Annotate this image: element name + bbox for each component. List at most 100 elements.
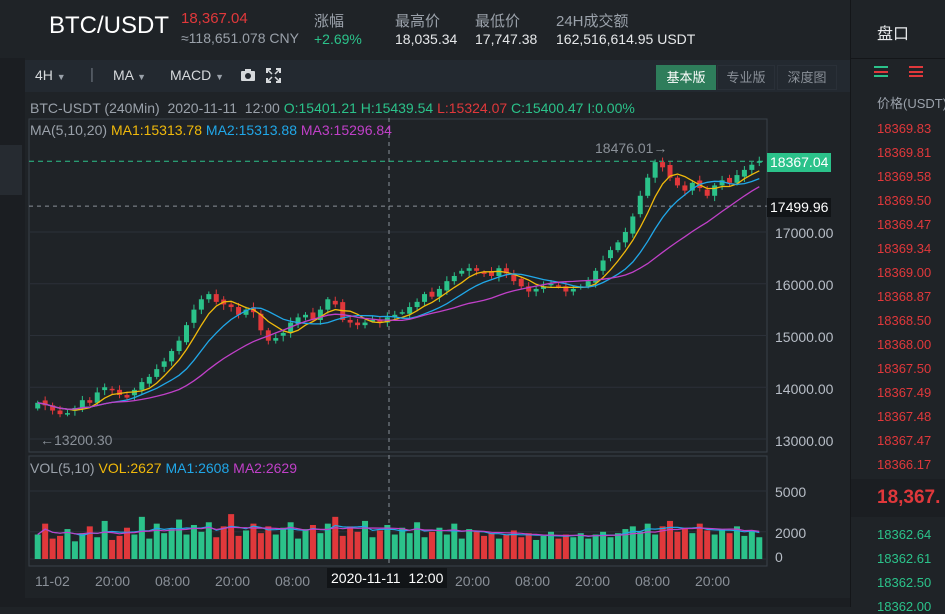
volume-bar[interactable] <box>384 525 391 559</box>
volume-bar[interactable] <box>503 534 510 559</box>
volume-bar[interactable] <box>719 529 726 559</box>
volume-bar[interactable] <box>406 533 413 559</box>
volume-bar[interactable] <box>228 514 235 559</box>
volume-bar[interactable] <box>354 531 361 559</box>
volume-bar[interactable] <box>674 531 681 559</box>
candlestick-chart[interactable] <box>28 118 770 453</box>
volume-bar[interactable] <box>555 538 562 559</box>
candle-body[interactable] <box>325 299 331 310</box>
volume-bar[interactable] <box>168 529 175 559</box>
candle-body[interactable] <box>198 299 204 310</box>
candle-body[interactable] <box>407 307 413 314</box>
ask-price[interactable]: 18367.48 <box>877 409 931 424</box>
volume-bar[interactable] <box>488 533 495 559</box>
candle-body[interactable] <box>139 382 145 390</box>
volume-bar[interactable] <box>49 538 56 559</box>
candle-body[interactable] <box>593 270 599 283</box>
volume-bar[interactable] <box>614 533 621 559</box>
ask-price[interactable]: 18369.34 <box>877 241 931 256</box>
ask-price[interactable]: 18369.00 <box>877 265 931 280</box>
volume-bar[interactable] <box>652 534 659 559</box>
ask-price[interactable]: 18369.47 <box>877 217 931 232</box>
candle-body[interactable] <box>228 304 234 308</box>
volume-bar[interactable] <box>317 533 324 559</box>
candle-body[interactable] <box>652 162 658 178</box>
volume-bar[interactable] <box>79 533 86 559</box>
candle-body[interactable] <box>347 319 353 323</box>
bid-price[interactable]: 18362.61 <box>877 551 931 566</box>
mode-pro-button[interactable]: 专业版 <box>717 65 775 90</box>
volume-bar[interactable] <box>302 529 309 559</box>
volume-bar[interactable] <box>116 535 123 559</box>
volume-bar[interactable] <box>473 531 480 559</box>
volume-bar[interactable] <box>711 534 718 559</box>
volume-bar[interactable] <box>570 537 577 559</box>
candle-body[interactable] <box>451 275 457 282</box>
candle-body[interactable] <box>474 268 480 271</box>
candle-body[interactable] <box>273 338 279 341</box>
volume-bar[interactable] <box>577 533 584 559</box>
ask-price[interactable]: 18369.58 <box>877 169 931 184</box>
candle-body[interactable] <box>756 161 762 163</box>
left-strip-tab[interactable] <box>0 145 22 195</box>
volume-bar[interactable] <box>696 523 703 559</box>
candle-body[interactable] <box>213 294 219 302</box>
volume-bar[interactable] <box>183 534 190 559</box>
volume-bar[interactable] <box>428 531 435 559</box>
candle-body[interactable] <box>280 332 286 336</box>
ask-price[interactable]: 18369.50 <box>877 193 931 208</box>
volume-bar[interactable] <box>94 537 101 559</box>
indicator-macd-dropdown[interactable]: MACD ▼ <box>170 67 224 83</box>
volume-bar[interactable] <box>190 525 197 559</box>
ask-price[interactable]: 18368.50 <box>877 313 931 328</box>
volume-bar[interactable] <box>220 526 227 559</box>
volume-bar[interactable] <box>243 530 250 559</box>
ask-price[interactable]: 18366.17 <box>877 457 931 472</box>
volume-bar[interactable] <box>451 523 458 559</box>
candle-body[interactable] <box>608 250 614 259</box>
mode-basic-button[interactable]: 基本版 <box>656 65 716 90</box>
volume-bar[interactable] <box>265 526 272 559</box>
orderbook-asks-icon[interactable] <box>909 64 923 82</box>
ask-price[interactable]: 18368.00 <box>877 337 931 352</box>
candle-body[interactable] <box>630 216 636 234</box>
candle-body[interactable] <box>741 169 747 177</box>
candle-body[interactable] <box>146 376 152 384</box>
volume-bar[interactable] <box>131 534 138 559</box>
volume-bar[interactable] <box>339 535 346 559</box>
volume-bar[interactable] <box>101 520 108 559</box>
volume-bar[interactable] <box>332 516 339 559</box>
candle-body[interactable] <box>169 351 175 362</box>
candle-body[interactable] <box>637 195 643 215</box>
volume-bar[interactable] <box>466 529 473 559</box>
volume-bar[interactable] <box>667 520 674 559</box>
candle-body[interactable] <box>399 312 405 314</box>
volume-bar[interactable] <box>176 519 183 559</box>
candle-body[interactable] <box>600 260 606 271</box>
volume-bar[interactable] <box>257 533 264 559</box>
candle-body[interactable] <box>466 268 472 271</box>
ask-price[interactable]: 18369.83 <box>877 121 931 136</box>
volume-bar[interactable] <box>138 516 145 559</box>
volume-bar[interactable] <box>34 534 41 559</box>
volume-bar[interactable] <box>637 531 644 559</box>
volume-bar[interactable] <box>146 538 153 559</box>
volume-bar[interactable] <box>57 535 64 559</box>
volume-bar[interactable] <box>533 539 540 559</box>
volume-bar[interactable] <box>399 527 406 559</box>
volume-bar[interactable] <box>607 537 614 559</box>
volume-bar[interactable] <box>592 534 599 559</box>
volume-bar[interactable] <box>391 534 398 559</box>
volume-bar[interactable] <box>421 537 428 559</box>
volume-bar[interactable] <box>704 530 711 559</box>
candle-body[interactable] <box>109 388 115 391</box>
candle-body[interactable] <box>555 285 561 287</box>
candle-body[interactable] <box>682 185 688 191</box>
volume-bar[interactable] <box>347 526 354 559</box>
volume-bar[interactable] <box>250 523 257 559</box>
candle-body[interactable] <box>429 291 435 297</box>
candle-body[interactable] <box>444 281 450 291</box>
ask-price[interactable]: 18368.87 <box>877 289 931 304</box>
volume-bar[interactable] <box>525 533 532 559</box>
volume-bar[interactable] <box>414 522 421 559</box>
